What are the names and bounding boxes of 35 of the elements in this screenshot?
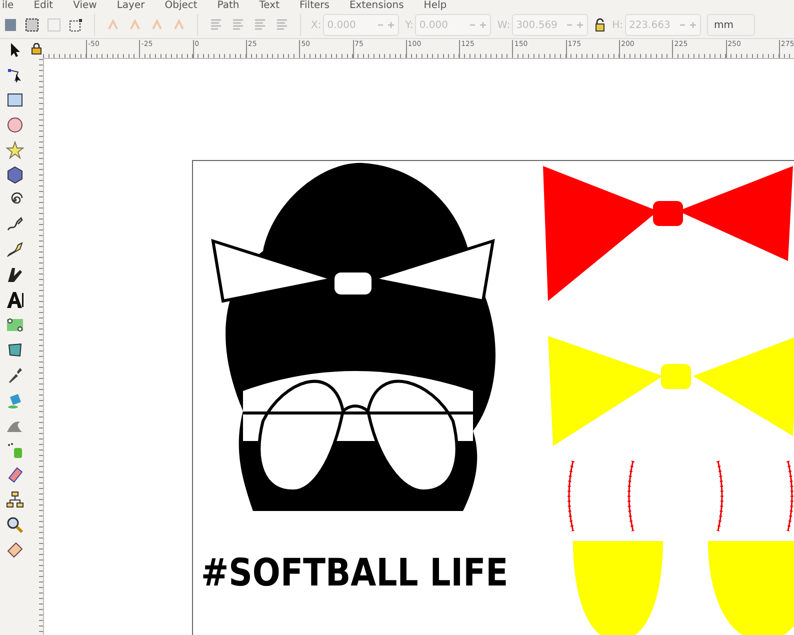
menu-item[interactable]: Filters (300, 0, 330, 12)
artwork-text: #SOFTBALL LIFE (201, 550, 508, 595)
field-label: Y: (405, 20, 414, 30)
rectangle-icon[interactable] (6, 91, 24, 109)
zoom-icon[interactable] (6, 516, 24, 534)
calligraphy-icon[interactable] (6, 266, 24, 284)
menu-item[interactable]: Path (217, 0, 240, 12)
pen-icon[interactable] (6, 241, 24, 259)
mesh-icon[interactable] (6, 341, 24, 359)
lock-icon[interactable] (594, 18, 606, 32)
field-label: W: (497, 20, 510, 30)
text-tool-icon[interactable] (6, 291, 24, 309)
paint-bucket-icon[interactable] (6, 391, 24, 409)
menu-item[interactable]: ile (2, 0, 14, 12)
transform-icon[interactable] (68, 17, 84, 33)
menu-item[interactable]: Edit (34, 0, 54, 12)
menu-item[interactable]: Help (424, 0, 447, 12)
connector-icon[interactable] (6, 491, 24, 509)
menu-item[interactable]: Text (259, 0, 280, 12)
menu-item[interactable]: View (73, 0, 97, 12)
unit-dropdown[interactable]: mm (706, 14, 755, 36)
menu-item[interactable]: Layer (116, 0, 145, 12)
measure-icon[interactable] (6, 541, 24, 559)
select-all-icon[interactable] (24, 17, 40, 33)
circle-icon[interactable] (6, 116, 24, 134)
field-label: X: (311, 20, 322, 30)
star-icon[interactable] (6, 141, 24, 159)
eraser-icon[interactable] (6, 466, 24, 484)
dropper-icon[interactable] (6, 366, 24, 384)
gradient-icon[interactable] (6, 316, 24, 334)
node-tool-icon[interactable] (6, 66, 24, 84)
menu-item[interactable]: Object (164, 0, 198, 12)
lock-icon[interactable] (31, 43, 42, 55)
field-label: H: (612, 20, 623, 30)
menu-item[interactable]: Extensions (349, 0, 404, 12)
